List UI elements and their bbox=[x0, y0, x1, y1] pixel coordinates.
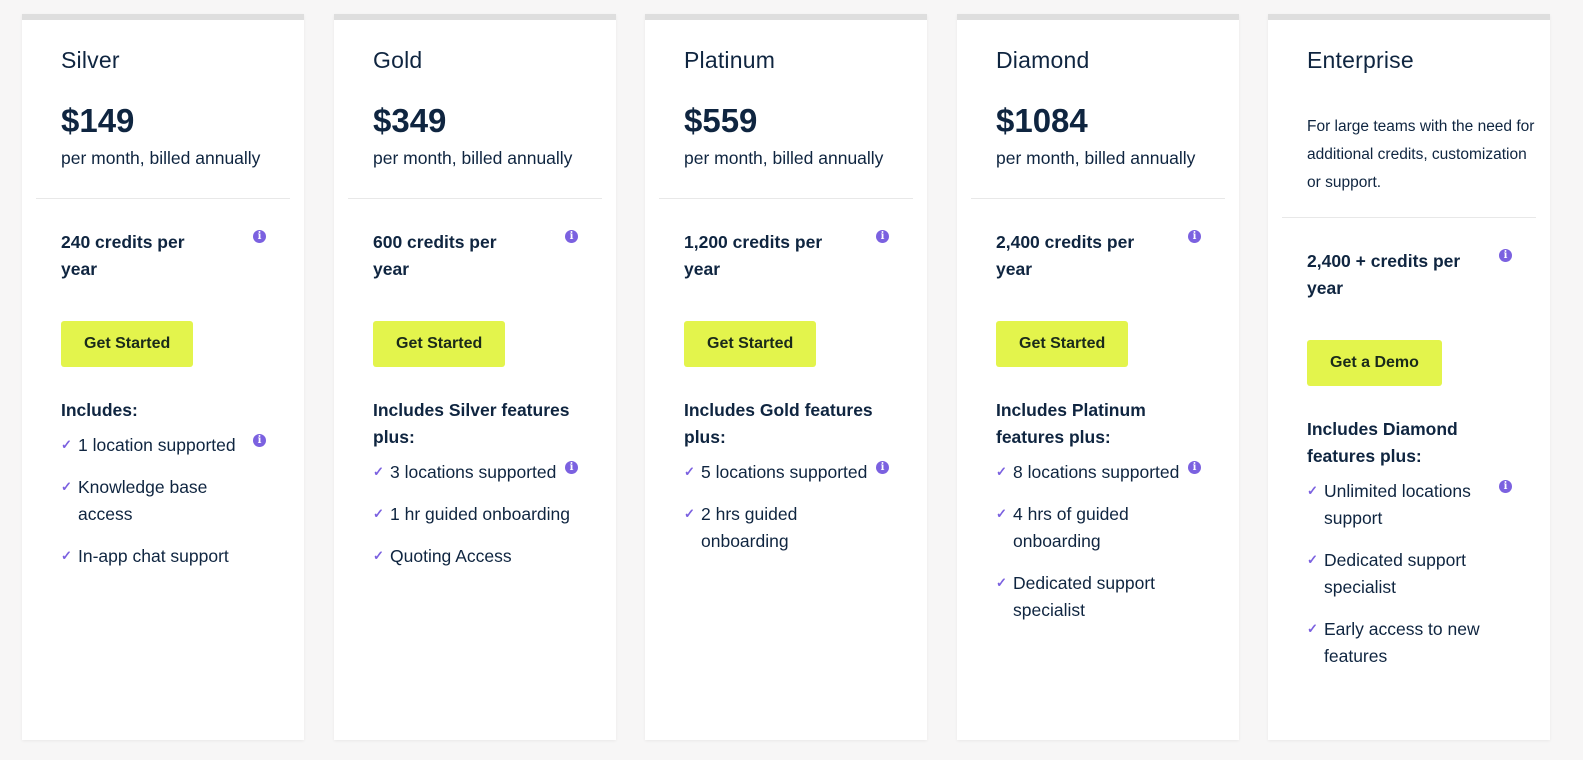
check-icon: ✓ bbox=[996, 575, 1007, 590]
divider bbox=[659, 198, 913, 199]
feature-item: ✓ 5 locations supported i bbox=[684, 459, 889, 486]
get-a-demo-button[interactable]: Get a Demo bbox=[1307, 340, 1442, 386]
feature-item: ✓ 1 location supported i bbox=[61, 432, 266, 459]
feature-item: ✓ 4 hrs of guided onboarding bbox=[996, 501, 1201, 555]
feature-item: ✓ Quoting Access bbox=[373, 543, 578, 570]
divider bbox=[1282, 217, 1536, 218]
check-icon: ✓ bbox=[684, 506, 695, 521]
plan-billing: per month, billed annually bbox=[996, 148, 1196, 168]
plan-credits: 2,400 credits per year bbox=[996, 232, 1135, 279]
feature-list: ✓ Unlimited locations support i ✓ Dedicated… bbox=[1307, 478, 1512, 670]
info-icon[interactable]: i bbox=[1188, 461, 1201, 474]
get-started-button[interactable]: Get Started bbox=[996, 321, 1129, 367]
feature-list: ✓ 1 location supported i ✓ Knowledge base a… bbox=[61, 432, 266, 570]
check-icon: ✓ bbox=[996, 506, 1007, 521]
plan-name: Platinum bbox=[684, 47, 776, 73]
info-icon[interactable]: i bbox=[1188, 230, 1201, 243]
plan-price: $149 bbox=[61, 102, 135, 139]
info-icon[interactable]: i bbox=[876, 230, 889, 243]
includes-heading: Includes Silver features plus: bbox=[373, 400, 570, 447]
feature-item: ✓ Knowledge base access bbox=[61, 474, 266, 528]
info-icon[interactable]: i bbox=[253, 434, 266, 447]
plan-credits: 240 credits per year bbox=[61, 232, 185, 279]
check-icon: ✓ bbox=[373, 506, 384, 521]
plan-name: Gold bbox=[373, 47, 423, 73]
feature-item: ✓ In-app chat support bbox=[61, 543, 266, 570]
check-icon: ✓ bbox=[61, 548, 72, 563]
plan-card-platinum: Platinum $559 per month, billed annually… bbox=[645, 14, 927, 740]
feature-item: ✓ Dedicated support specialist bbox=[1307, 547, 1512, 601]
plan-price: $559 bbox=[684, 102, 758, 139]
get-started-button[interactable]: Get Started bbox=[61, 321, 194, 367]
info-icon[interactable]: i bbox=[565, 230, 578, 243]
feature-item: ✓ Dedicated support specialist bbox=[996, 570, 1201, 624]
plan-card-diamond: Diamond $1084 per month, billed annually… bbox=[957, 14, 1239, 740]
plan-price: $349 bbox=[373, 102, 447, 139]
plan-price: $1084 bbox=[996, 102, 1088, 139]
check-icon: ✓ bbox=[1307, 552, 1318, 567]
divider bbox=[348, 198, 602, 199]
plan-card-enterprise: Enterprise For large teams with the need… bbox=[1268, 14, 1550, 740]
check-icon: ✓ bbox=[61, 479, 72, 494]
check-icon: ✓ bbox=[1307, 621, 1318, 636]
feature-item: ✓ 8 locations supported i bbox=[996, 459, 1201, 486]
feature-item: ✓ Unlimited locations support i bbox=[1307, 478, 1512, 532]
includes-heading: Includes: bbox=[61, 400, 138, 420]
plan-credits: 1,200 credits per year bbox=[684, 232, 823, 279]
info-icon[interactable]: i bbox=[1499, 249, 1512, 262]
check-icon: ✓ bbox=[684, 464, 695, 479]
feature-item: ✓ 1 hr guided onboarding bbox=[373, 501, 578, 528]
check-icon: ✓ bbox=[373, 548, 384, 563]
feature-list: ✓ 8 locations supported i ✓ 4 hrs of guided… bbox=[996, 459, 1201, 624]
info-icon[interactable]: i bbox=[565, 461, 578, 474]
plan-credits: 2,400 + credits per year bbox=[1307, 251, 1461, 298]
get-started-button[interactable]: Get Started bbox=[373, 321, 506, 367]
feature-item: ✓ 3 locations supported i bbox=[373, 459, 578, 486]
includes-heading: Includes Platinum features plus: bbox=[996, 400, 1146, 447]
get-started-button[interactable]: Get Started bbox=[684, 321, 817, 367]
feature-item: ✓ Early access to new features bbox=[1307, 616, 1512, 670]
plan-card-gold: Gold $349 per month, billed annually 600… bbox=[334, 14, 616, 740]
pricing-cards: Silver $149 per month, billed annually 2… bbox=[0, 0, 1583, 760]
feature-list: ✓ 3 locations supported i ✓ 1 hr guided onb… bbox=[373, 459, 578, 570]
divider bbox=[971, 198, 1225, 199]
plan-name: Diamond bbox=[996, 47, 1090, 73]
plan-card-silver: Silver $149 per month, billed annually 2… bbox=[22, 14, 304, 740]
info-icon[interactable]: i bbox=[876, 461, 889, 474]
plan-name: Silver bbox=[61, 47, 120, 73]
check-icon: ✓ bbox=[1307, 483, 1318, 498]
check-icon: ✓ bbox=[373, 464, 384, 479]
plan-billing: per month, billed annually bbox=[61, 148, 261, 168]
plan-billing: per month, billed annually bbox=[684, 148, 884, 168]
includes-heading: Includes Gold features plus: bbox=[684, 400, 873, 447]
includes-heading: Includes Diamond features plus: bbox=[1307, 419, 1458, 466]
plan-description: For large teams with the need for additi… bbox=[1307, 118, 1535, 191]
divider bbox=[36, 198, 290, 199]
info-icon[interactable]: i bbox=[1499, 480, 1512, 493]
info-icon[interactable]: i bbox=[253, 230, 266, 243]
check-icon: ✓ bbox=[61, 437, 72, 452]
plan-billing: per month, billed annually bbox=[373, 148, 573, 168]
feature-item: ✓ 2 hrs guided onboarding bbox=[684, 501, 889, 555]
feature-list: ✓ 5 locations supported i ✓ 2 hrs guided on… bbox=[684, 459, 889, 555]
plan-name: Enterprise bbox=[1307, 47, 1414, 73]
plan-credits: 600 credits per year bbox=[373, 232, 497, 279]
check-icon: ✓ bbox=[996, 464, 1007, 479]
